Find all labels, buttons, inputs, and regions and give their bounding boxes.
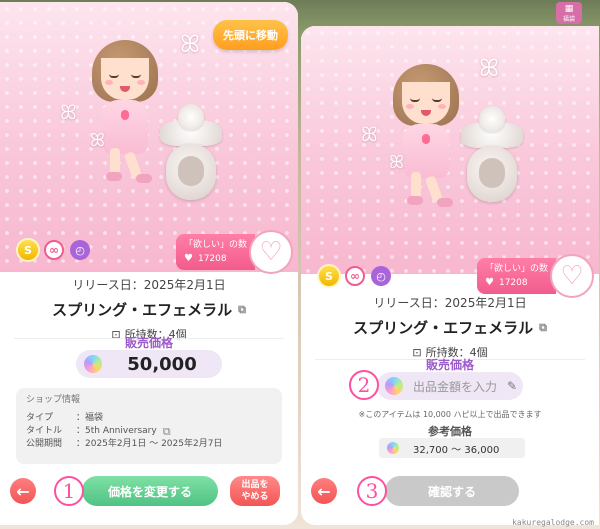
- infinity-icon: ∞: [345, 266, 365, 286]
- copy-icon[interactable]: ⧉: [238, 303, 246, 317]
- bottom-action-bar: ← 確認する: [301, 468, 599, 514]
- back-button[interactable]: ←: [10, 478, 36, 504]
- heart-icon: ♥: [184, 253, 193, 264]
- item-name: スプリング・エフェメラル: [52, 301, 233, 319]
- release-date: リリース日：2025年2月1日: [72, 278, 226, 292]
- butterfly-icon: ꕤ: [90, 130, 105, 151]
- butterfly-icon: ꕤ: [479, 54, 499, 82]
- s-rank-icon: S: [319, 266, 339, 286]
- wish-heart-button[interactable]: ♡: [550, 254, 595, 298]
- shop-info-row: タイトル ：5th Anniversary ⧉: [26, 425, 171, 438]
- stop-listing-button[interactable]: 出品を やめる: [230, 476, 280, 506]
- release-date: リリース日：2025年2月1日: [373, 296, 527, 310]
- back-button[interactable]: ←: [311, 478, 337, 504]
- shop-info-row: 公開期間 ：2025年2月1日 ～ 2025年2月7日: [26, 439, 223, 449]
- heart-icon: ♥: [485, 277, 494, 288]
- shop-info-header: ショップ情報: [26, 395, 81, 405]
- change-price-button[interactable]: 価格を変更する: [82, 476, 218, 506]
- move-to-top-button[interactable]: 先頭に移動: [213, 20, 288, 50]
- item-preview: 先頭に移動 ꕤ ꕤ ꕤ S ∞ ◴ 「欲しい」の数 ♥ 17208 ♡: [0, 2, 298, 274]
- item-badges: S ∞ ◴: [319, 266, 391, 286]
- price-section-title: 販売価格: [124, 336, 173, 350]
- butterfly-icon: ꕤ: [361, 122, 378, 146]
- butterfly-icon: ꕤ: [60, 100, 77, 124]
- shop-info-box: ショップ情報 タイプ ：福袋 タイトル ：5th Anniversary ⧉ 公開期間…: [16, 388, 282, 464]
- reference-price-range: 32,700 ～ 36,000: [379, 438, 525, 458]
- happy-coin-icon: [84, 355, 102, 373]
- s-rank-icon: S: [18, 240, 38, 260]
- item-info: リリース日：2025年2月1日 スプリング・エフェメラル ⧉ ⊡ 所持数：4個: [0, 276, 298, 342]
- limited-time-icon: ◴: [70, 240, 90, 260]
- price-section-title: 販売価格: [425, 358, 474, 372]
- item-info: リリース日：2025年2月1日 スプリング・エフェメラル ⧉ ⊡ 所持数：4個: [301, 294, 599, 360]
- price-value: 50,000: [127, 353, 197, 375]
- limited-time-icon: ◴: [371, 266, 391, 286]
- item-badges: S ∞ ◴: [18, 240, 90, 260]
- wish-counter: 「欲しい」の数 ♥ 17208 ♡: [477, 254, 595, 298]
- item-preview: ꕤ ꕤ ꕤ S ∞ ◴ 「欲しい」の数 ♥ 17208 ♡: [301, 26, 599, 298]
- price-display: 50,000: [76, 350, 222, 378]
- wish-heart-button[interactable]: ♡: [249, 230, 294, 274]
- step-marker-2: 2: [349, 370, 379, 400]
- listing-price-input[interactable]: 出品金額を入力 ✎: [377, 372, 523, 400]
- copy-icon[interactable]: ⧉: [539, 321, 547, 335]
- shop-info-row: タイプ ：福袋: [26, 413, 104, 423]
- infinity-icon: ∞: [44, 240, 64, 260]
- wish-count: 17208: [498, 278, 528, 288]
- wish-count: 17208: [197, 254, 227, 264]
- watermark: kakuregalodge.com: [512, 518, 594, 527]
- price-input-placeholder: 出品金額を入力: [413, 379, 498, 394]
- step-marker-3: 3: [357, 476, 387, 506]
- bottom-action-bar: ← 価格を変更する 出品を やめる: [0, 468, 298, 514]
- pencil-icon: ✎: [507, 379, 518, 393]
- confirm-button[interactable]: 確認する: [385, 476, 519, 506]
- wish-counter: 「欲しい」の数 ♥ 17208 ♡: [176, 230, 294, 274]
- lucky-bag-corner-icon[interactable]: ▦ 福袋: [556, 2, 582, 24]
- wish-label: 「欲しい」の数: [184, 240, 248, 250]
- item-name: スプリング・エフェメラル: [353, 319, 534, 337]
- listing-panel-left: 先頭に移動 ꕤ ꕤ ꕤ S ∞ ◴ 「欲しい」の数 ♥ 17208 ♡ リリース…: [0, 2, 298, 525]
- happy-coin-icon: [387, 442, 399, 454]
- copy-icon[interactable]: ⧉: [163, 425, 171, 438]
- happy-coin-icon: [385, 377, 403, 395]
- butterfly-icon: ꕤ: [389, 152, 404, 173]
- reference-price-value: 32,700 ～ 36,000: [413, 444, 500, 456]
- wish-label: 「欲しい」の数: [485, 264, 549, 274]
- reference-price-title: 参考価格: [428, 425, 472, 438]
- listing-panel-right: ꕤ ꕤ ꕤ S ∞ ◴ 「欲しい」の数 ♥ 17208 ♡ リリース日：2025…: [301, 26, 599, 525]
- butterfly-icon: ꕤ: [180, 30, 200, 58]
- step-marker-1: 1: [54, 476, 84, 506]
- minimum-price-note: ※このアイテムは 10,000 ハピ以上で出品できます: [358, 410, 542, 419]
